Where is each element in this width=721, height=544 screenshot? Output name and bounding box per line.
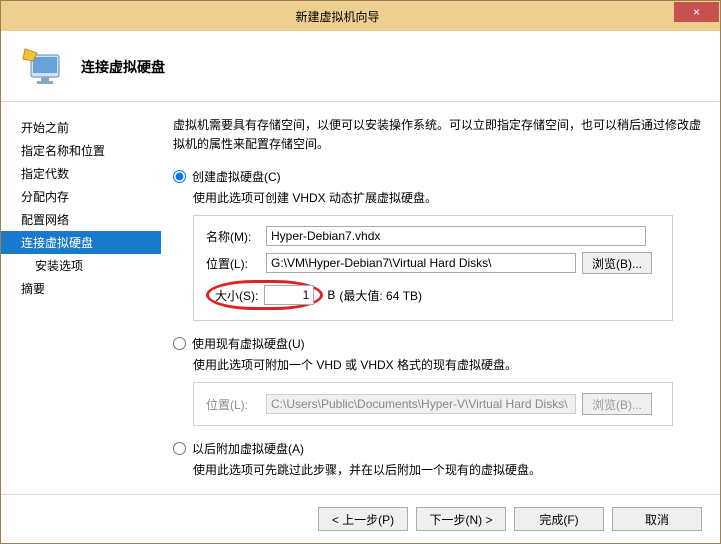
sidebar-item-generation[interactable]: 指定代数 xyxy=(1,162,161,185)
radio-attach-later[interactable] xyxy=(173,442,186,455)
sidebar-item-network[interactable]: 配置网络 xyxy=(1,208,161,231)
sidebar-item-vhd[interactable]: 连接虚拟硬盘 xyxy=(1,231,161,254)
radio-existing-vhd[interactable] xyxy=(173,337,186,350)
radio-attach-later-label: 以后附加虚拟硬盘(A) xyxy=(192,440,304,457)
radio-create-vhd-row[interactable]: 创建虚拟硬盘(C) xyxy=(173,168,702,185)
option-existing-vhd: 使用现有虚拟硬盘(U) 使用此选项可附加一个 VHD 或 VHDX 格式的现有虚… xyxy=(173,335,702,426)
option-create-vhd: 创建虚拟硬盘(C) 使用此选项可创建 VHDX 动态扩展虚拟硬盘。 名称(M):… xyxy=(173,168,702,321)
titlebar: 新建虚拟机向导 × xyxy=(1,1,720,31)
location-input[interactable] xyxy=(266,253,576,273)
wizard-body: 开始之前 指定名称和位置 指定代数 分配内存 配置网络 连接虚拟硬盘 安装选项 … xyxy=(1,102,720,494)
name-input[interactable] xyxy=(266,226,646,246)
radio-existing-vhd-label: 使用现有虚拟硬盘(U) xyxy=(192,335,305,352)
content-pane: 虚拟机需要具有存储空间，以便可以安装操作系统。可以立即指定存储空间，也可以稍后通… xyxy=(161,102,720,494)
location-label: 位置(L): xyxy=(206,255,266,272)
sidebar-item-memory[interactable]: 分配内存 xyxy=(1,185,161,208)
create-vhd-fields: 名称(M): 位置(L): 浏览(B)... 大小(S): B xyxy=(193,215,673,321)
cancel-button[interactable]: 取消 xyxy=(612,507,702,531)
option-existing-help: 使用此选项可附加一个 VHD 或 VHDX 格式的现有虚拟硬盘。 xyxy=(193,356,702,374)
option-attach-later: 以后附加虚拟硬盘(A) 使用此选项可先跳过此步骤，并在以后附加一个现有的虚拟硬盘… xyxy=(173,440,702,479)
existing-location-input xyxy=(266,394,576,414)
size-max-note: (最大值: 64 TB) xyxy=(339,287,422,304)
sidebar-item-name-location[interactable]: 指定名称和位置 xyxy=(1,139,161,162)
prev-button[interactable]: < 上一步(P) xyxy=(318,507,408,531)
option-create-help: 使用此选项可创建 VHDX 动态扩展虚拟硬盘。 xyxy=(193,189,702,207)
existing-browse-button: 浏览(B)... xyxy=(582,393,652,415)
page-title: 连接虚拟硬盘 xyxy=(81,57,165,77)
sidebar-item-before-you-begin[interactable]: 开始之前 xyxy=(1,116,161,139)
option-later-help: 使用此选项可先跳过此步骤，并在以后附加一个现有的虚拟硬盘。 xyxy=(193,461,702,479)
next-button[interactable]: 下一步(N) > xyxy=(416,507,506,531)
sidebar: 开始之前 指定名称和位置 指定代数 分配内存 配置网络 连接虚拟硬盘 安装选项 … xyxy=(1,102,161,494)
existing-vhd-fields: 位置(L): 浏览(B)... xyxy=(193,382,673,426)
radio-attach-later-row[interactable]: 以后附加虚拟硬盘(A) xyxy=(173,440,702,457)
close-button[interactable]: × xyxy=(674,2,719,22)
size-label: 大小(S): xyxy=(215,287,258,304)
radio-create-vhd[interactable] xyxy=(173,170,186,183)
browse-button[interactable]: 浏览(B)... xyxy=(582,252,652,274)
wizard-window: 新建虚拟机向导 × 连接虚拟硬盘 开始之前 指定名称和位置 指定代数 分配内存 … xyxy=(0,0,721,544)
existing-location-label: 位置(L): xyxy=(206,396,266,413)
wizard-footer: < 上一步(P) 下一步(N) > 完成(F) 取消 xyxy=(1,494,720,543)
radio-existing-vhd-row[interactable]: 使用现有虚拟硬盘(U) xyxy=(173,335,702,352)
page-description: 虚拟机需要具有存储空间，以便可以安装操作系统。可以立即指定存储空间，也可以稍后通… xyxy=(173,116,702,154)
wizard-icon xyxy=(19,43,67,91)
size-unit-suffix: B xyxy=(327,288,335,302)
wizard-header: 连接虚拟硬盘 xyxy=(1,31,720,102)
finish-button[interactable]: 完成(F) xyxy=(514,507,604,531)
sidebar-item-summary[interactable]: 摘要 xyxy=(1,277,161,300)
size-highlight-ring: 大小(S): xyxy=(206,280,323,310)
radio-create-vhd-label: 创建虚拟硬盘(C) xyxy=(192,168,281,185)
size-input[interactable] xyxy=(264,285,314,305)
name-label: 名称(M): xyxy=(206,228,266,245)
sidebar-item-install-options[interactable]: 安装选项 xyxy=(1,254,161,277)
window-title: 新建虚拟机向导 xyxy=(1,8,674,25)
